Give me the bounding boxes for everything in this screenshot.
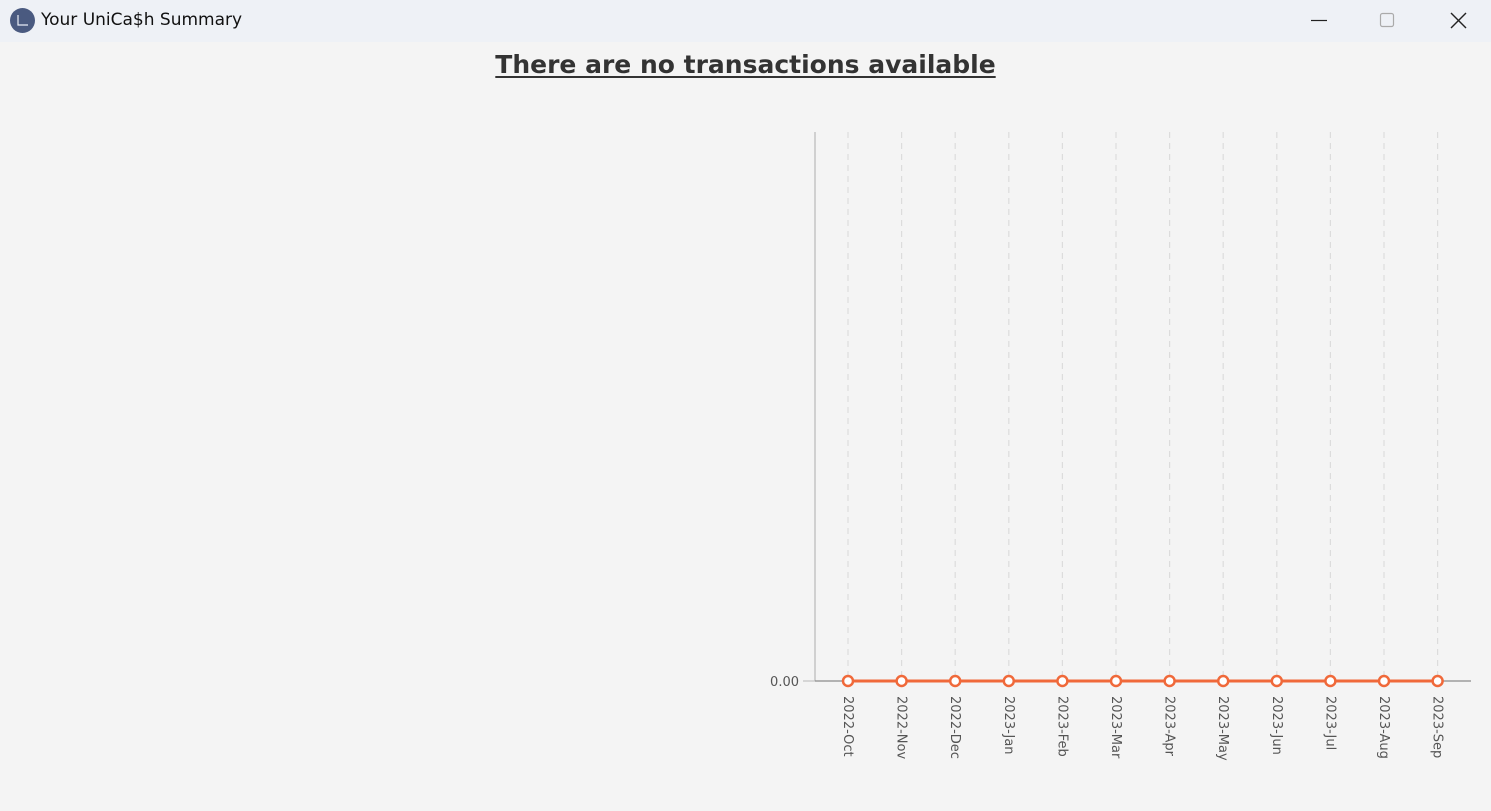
data-point [841,674,855,688]
data-point [1377,674,1391,688]
data-point [1270,674,1284,688]
x-tick-label: 2023-Jul [1322,696,1337,750]
data-point [948,674,962,688]
y-tick-label: 0.00 [770,675,799,690]
data-point [1163,674,1176,688]
x-tick-label: 2022-Oct [840,696,855,757]
x-tick-label: 2023-Apr [1162,696,1177,757]
x-tick-label: 2022-Dec [947,696,962,759]
line-chart: 0.00 2022-Oct 2022-Nov 2022-Dec 2023-Jan 2023… [770,132,1471,761]
data-point [1056,674,1069,688]
data-point [895,674,908,688]
x-tick-label: 2023-Jan [1001,696,1016,755]
x-tick-label: 2023-Feb [1054,696,1069,757]
x-tick-label: 2023-May [1215,696,1230,761]
data-point [1216,674,1230,688]
x-tick-label: 2023-Mar [1108,696,1123,759]
data-point [1431,674,1444,688]
data-point [1002,674,1016,688]
x-tick-label: 2023-Sep [1430,696,1445,758]
app-window: Your UniCa$h Summary There are no transa… [0,0,1491,811]
data-point [1109,674,1123,688]
x-tick-label: 2023-Aug [1376,696,1391,759]
x-tick-label: 2023-Jun [1269,696,1284,755]
data-point [1324,674,1337,688]
x-tick-label: 2022-Nov [894,696,909,759]
